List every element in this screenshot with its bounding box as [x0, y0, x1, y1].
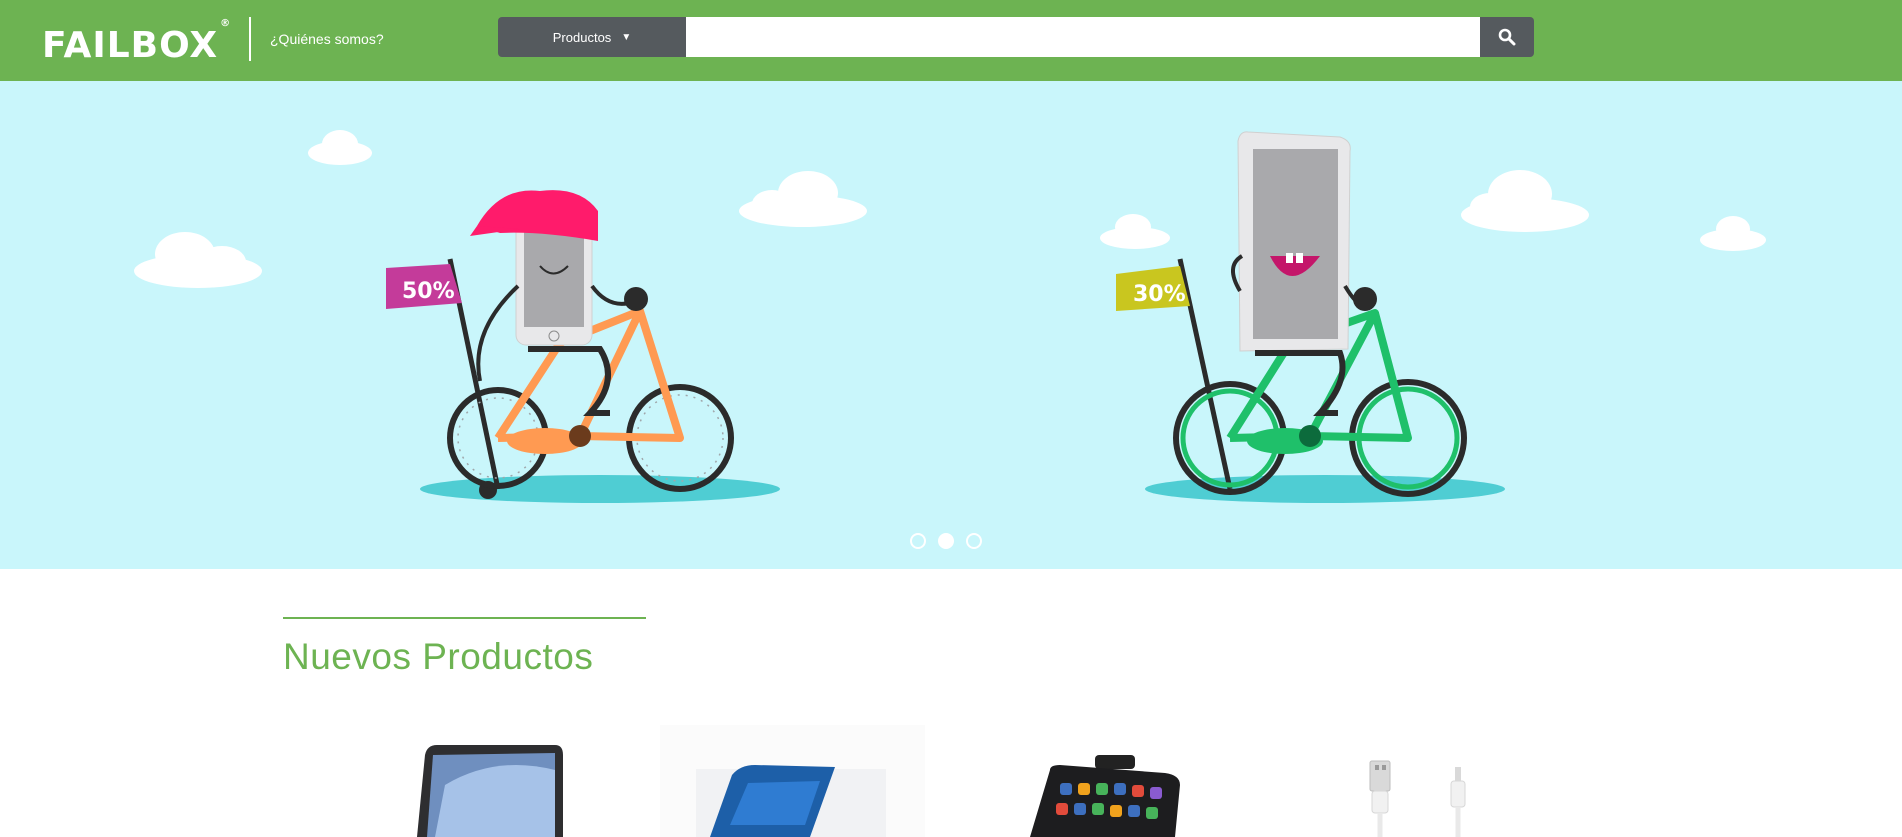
carousel-indicators: [910, 533, 992, 551]
laptop-icon: [417, 745, 563, 837]
usb-cable-icon: [1369, 760, 1466, 837]
about-link[interactable]: ¿Quiénes somos?: [270, 30, 384, 48]
product-card-tablet[interactable]: [660, 725, 925, 837]
carousel-dot-2[interactable]: [938, 533, 954, 549]
products-dropdown[interactable]: Productos ▼: [498, 17, 686, 57]
site-header: FAILBOX® ¿Quiénes somos? Productos ▼: [0, 0, 1902, 81]
brand-logo[interactable]: FAILBOX®: [42, 18, 232, 68]
search-icon: [1498, 28, 1516, 46]
registered-mark: ®: [220, 18, 232, 29]
discount-badge-1: 50%: [402, 279, 455, 304]
search-button[interactable]: [1480, 17, 1534, 57]
product-card-phone-holder[interactable]: [1020, 725, 1195, 837]
carousel-dot-3[interactable]: [966, 533, 982, 549]
section-divider: [283, 617, 646, 619]
slide-1-illustration: 50%: [386, 190, 780, 503]
phone-holder-icon: [1030, 755, 1180, 837]
logo-text: FAILBOX: [42, 25, 219, 66]
search-input[interactable]: [686, 17, 1480, 57]
search-bar: Productos ▼: [498, 17, 1534, 57]
products-dropdown-label: Productos: [552, 29, 612, 45]
header-divider: [249, 17, 251, 61]
section-title: Nuevos Productos: [283, 636, 594, 677]
slide-2-illustration: 30%: [1116, 131, 1505, 503]
hero-carousel[interactable]: 50% 30%: [0, 81, 1902, 569]
hero-illustration: 50% 30%: [134, 130, 1766, 503]
product-card-laptop[interactable]: [405, 725, 575, 837]
chevron-down-icon: ▼: [621, 31, 632, 43]
product-card-usb-cable[interactable]: [1355, 725, 1485, 837]
tablet-icon: [696, 765, 886, 837]
carousel-dot-1[interactable]: [910, 533, 926, 549]
discount-badge-2: 30%: [1133, 282, 1186, 307]
cloud-icon: [134, 130, 1766, 288]
